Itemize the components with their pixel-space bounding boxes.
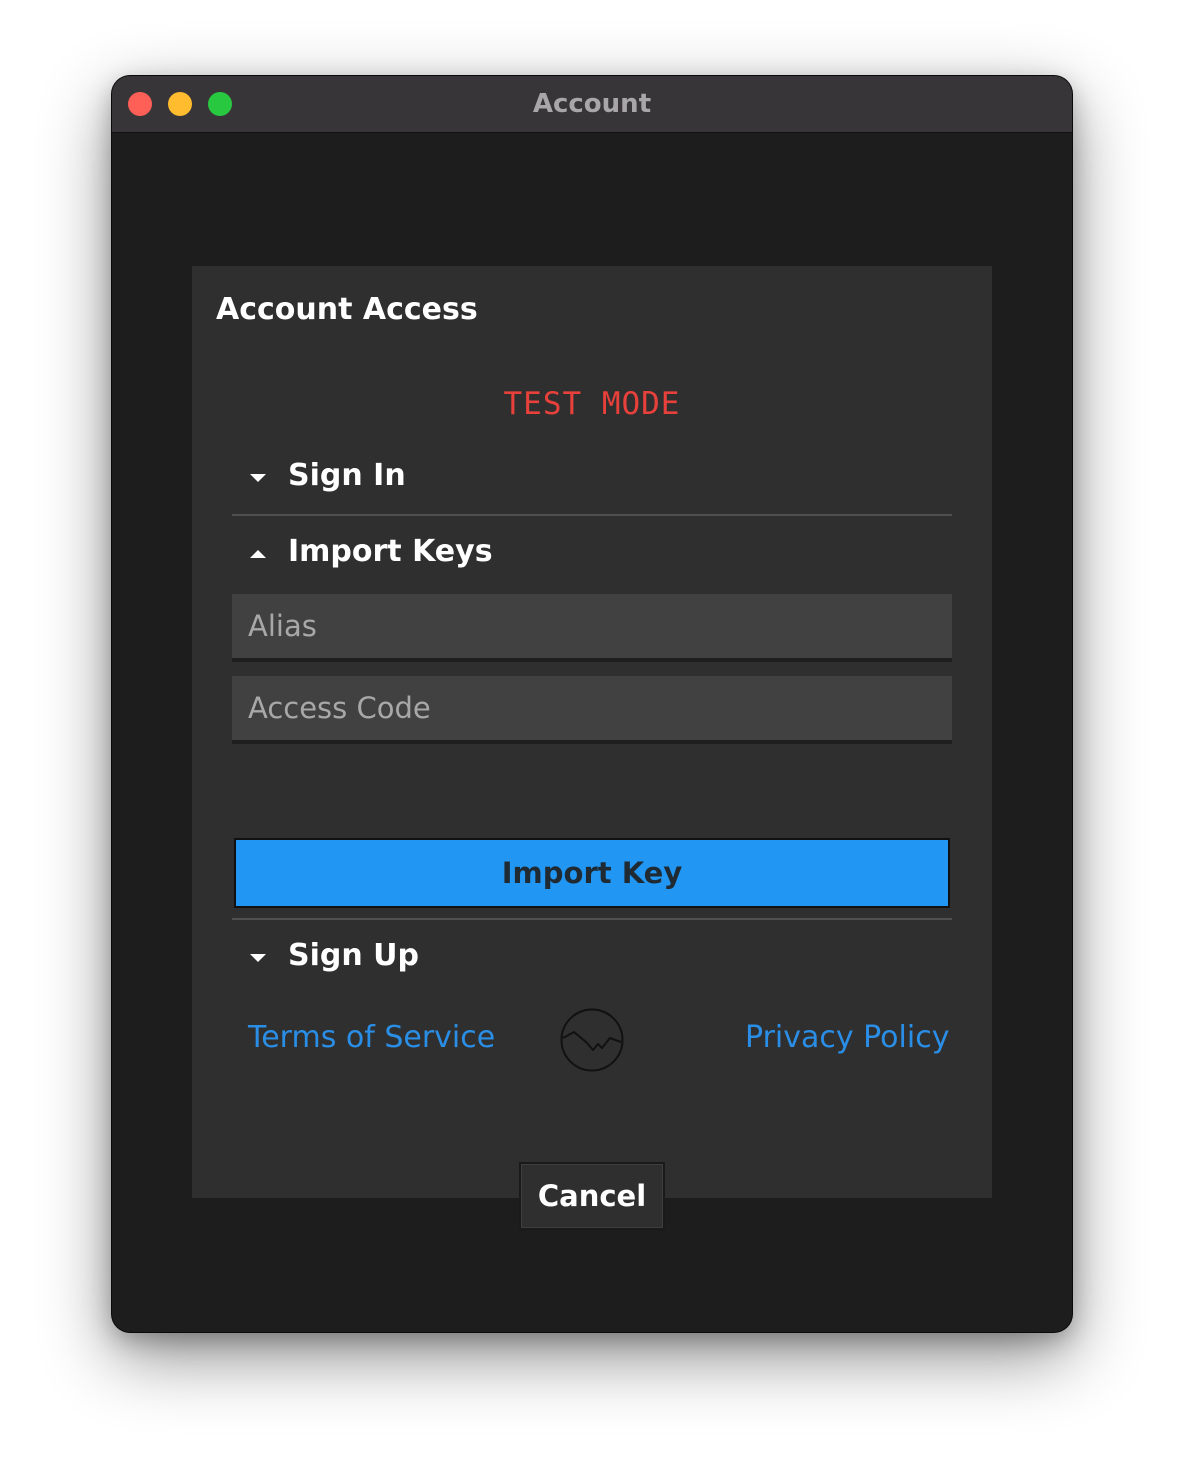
sign-in-label: Sign In (288, 458, 406, 493)
cancel-button[interactable]: Cancel (519, 1162, 665, 1230)
chevron-up-icon (250, 550, 266, 558)
terms-of-service-link[interactable]: Terms of Service (248, 1020, 495, 1055)
account-window: Account Account Access TEST MODE Sign In… (112, 76, 1072, 1332)
section-divider (232, 514, 952, 516)
sign-up-label: Sign Up (288, 938, 420, 973)
import-keys-label: Import Keys (288, 534, 493, 569)
alias-input[interactable] (232, 594, 952, 662)
wave-circle-logo-icon (560, 1008, 624, 1072)
test-mode-banner: TEST MODE (503, 386, 681, 422)
import-key-button[interactable]: Import Key (234, 838, 950, 908)
sign-up-section-header[interactable]: Sign Up (232, 928, 952, 988)
sign-in-section-header[interactable]: Sign In (232, 448, 952, 508)
privacy-policy-link[interactable]: Privacy Policy (745, 1020, 949, 1055)
account-access-dialog: Account Access TEST MODE Sign In Import … (192, 266, 992, 1230)
section-divider (232, 918, 952, 920)
import-keys-section-header[interactable]: Import Keys (232, 524, 952, 584)
dialog-title: Account Access (216, 292, 478, 327)
access-code-input[interactable] (232, 676, 952, 744)
chevron-down-icon (250, 954, 266, 962)
window-title: Account (532, 89, 652, 119)
chevron-down-icon (250, 474, 266, 482)
title-bar[interactable]: Account (112, 76, 1072, 133)
